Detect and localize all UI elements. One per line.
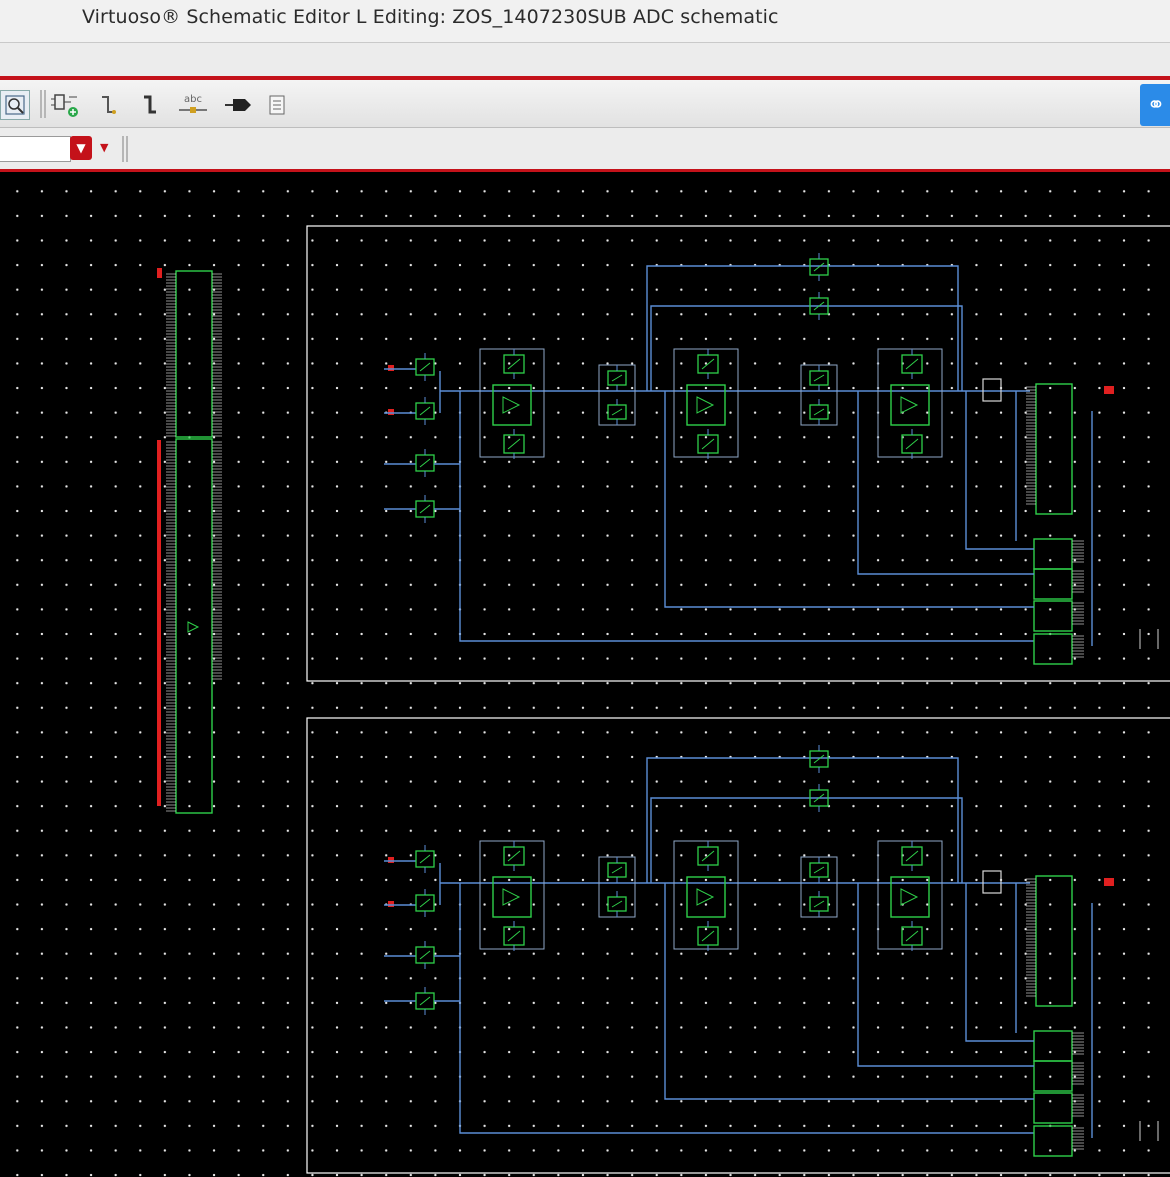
- input-pin: [388, 409, 394, 415]
- device-glyph: [507, 358, 521, 370]
- amplifier-glyph: [502, 888, 521, 906]
- latch-block: [1033, 1125, 1073, 1157]
- wire: [857, 391, 1034, 575]
- device-glyph: [419, 898, 431, 908]
- latch-block: [1033, 538, 1073, 570]
- wire: [646, 757, 959, 883]
- switch-bracket: [800, 364, 838, 426]
- switch-bracket: [598, 856, 636, 918]
- device-glyph: [701, 930, 715, 942]
- wire: [857, 883, 1034, 1067]
- latch-block: [1033, 1092, 1073, 1124]
- latch-block: [1033, 1030, 1073, 1062]
- amplifier-glyph: [696, 396, 715, 414]
- wire: [459, 391, 1034, 642]
- output-buffer: [982, 378, 1002, 402]
- device-glyph: [419, 504, 431, 514]
- device-glyph: [419, 996, 431, 1006]
- device-glyph: [701, 850, 715, 862]
- output-register: [1035, 383, 1073, 515]
- red-pin: [157, 268, 162, 278]
- device-glyph: [419, 950, 431, 960]
- device-glyph: [813, 900, 825, 908]
- device-glyph: [611, 408, 623, 416]
- device-glyph: [419, 458, 431, 468]
- output-pin: [1104, 386, 1114, 394]
- wire: [646, 265, 959, 391]
- device-glyph: [905, 850, 919, 862]
- switch-bracket: [598, 364, 636, 426]
- device-glyph: [611, 374, 623, 382]
- connector-block-top: [175, 270, 213, 438]
- device-glyph: [419, 854, 431, 864]
- device-glyph: [813, 262, 825, 272]
- amplifier-glyph: [900, 396, 919, 414]
- device-glyph: [611, 900, 623, 908]
- latch-block: [1033, 568, 1073, 600]
- device-glyph: [419, 406, 431, 416]
- device-glyph: [813, 866, 825, 874]
- input-pin: [388, 365, 394, 371]
- connector-block-bottom: [175, 438, 213, 814]
- amplifier-glyph: [900, 888, 919, 906]
- wire: [965, 391, 1034, 550]
- device-glyph: [701, 358, 715, 370]
- device-glyph: [813, 408, 825, 416]
- latch-block: [1033, 633, 1073, 665]
- buffer-glyph: [187, 621, 200, 633]
- switch-bracket: [800, 856, 838, 918]
- wire: [459, 883, 1034, 1134]
- input-pin: [388, 857, 394, 863]
- device-glyph: [701, 438, 715, 450]
- output-buffer: [982, 870, 1002, 894]
- schematic-drawing[interactable]: [0, 0, 1170, 1177]
- device-glyph: [813, 754, 825, 764]
- amplifier-glyph: [696, 888, 715, 906]
- device-glyph: [813, 374, 825, 382]
- device-glyph: [507, 438, 521, 450]
- latch-block: [1033, 1060, 1073, 1092]
- amplifier-glyph: [502, 396, 521, 414]
- wire: [965, 883, 1034, 1042]
- input-pin: [388, 901, 394, 907]
- device-glyph: [905, 438, 919, 450]
- latch-block: [1033, 600, 1073, 632]
- device-glyph: [507, 930, 521, 942]
- device-glyph: [905, 930, 919, 942]
- device-glyph: [905, 358, 919, 370]
- device-glyph: [611, 866, 623, 874]
- red-pin-bus: [157, 440, 161, 806]
- output-pin: [1104, 878, 1114, 886]
- device-glyph: [419, 362, 431, 372]
- output-register: [1035, 875, 1073, 1007]
- device-glyph: [507, 850, 521, 862]
